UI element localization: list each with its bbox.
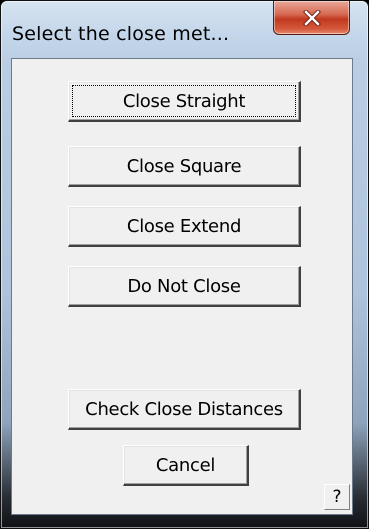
close-extend-button[interactable]: Close Extend (68, 206, 301, 247)
close-square-button[interactable]: Close Square (68, 146, 301, 187)
cancel-button[interactable]: Cancel (123, 445, 249, 486)
close-straight-label: Close Straight (122, 90, 246, 112)
window-close-button[interactable] (273, 1, 350, 35)
close-icon (302, 9, 321, 26)
do-not-close-button[interactable]: Do Not Close (68, 266, 301, 307)
check-close-distances-button[interactable]: Check Close Distances (68, 389, 301, 430)
title-bar[interactable]: Select the close met... (1, 1, 368, 59)
close-square-label: Close Square (126, 155, 242, 177)
cancel-label: Cancel (155, 454, 216, 476)
help-label: ? (332, 487, 342, 507)
close-straight-button[interactable]: Close Straight (68, 81, 301, 122)
check-close-distances-label: Check Close Distances (85, 398, 283, 420)
window-title: Select the close met... (12, 23, 230, 45)
close-extend-label: Close Extend (126, 215, 242, 237)
do-not-close-label: Do Not Close (127, 275, 241, 297)
help-button[interactable]: ? (324, 484, 350, 510)
